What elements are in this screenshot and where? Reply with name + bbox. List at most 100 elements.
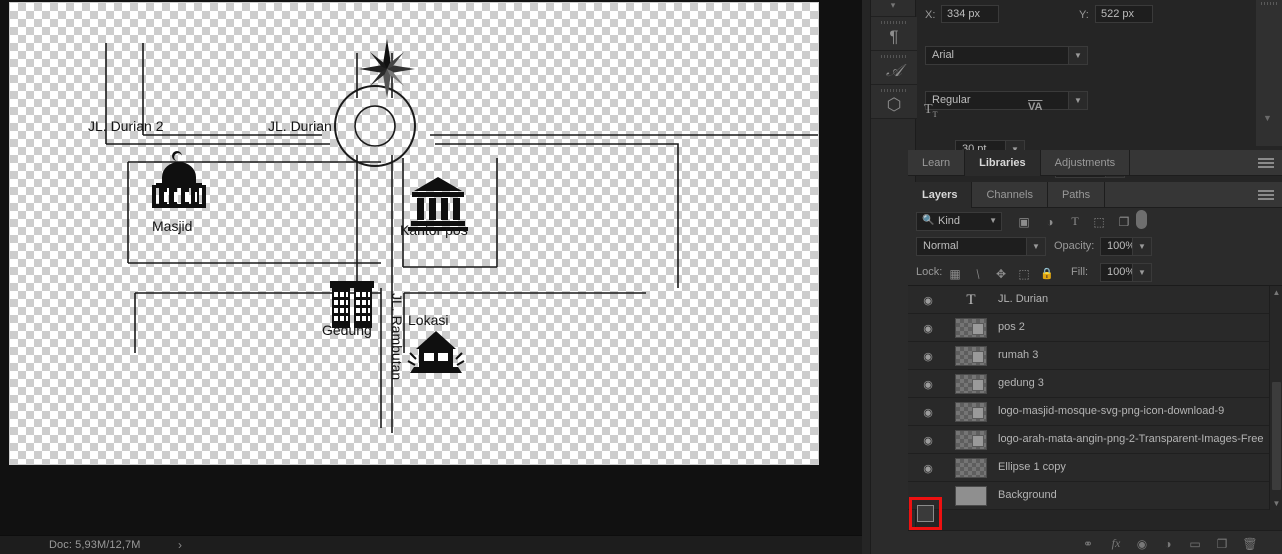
upper-panel-group: Learn Libraries Adjustments — [908, 150, 1282, 176]
layer-visibility-toggle[interactable]: ◉ — [920, 433, 936, 447]
panel-grip — [881, 89, 907, 92]
character-panel: X: 334 px Y: 522 px Arial ▼ Regular ▼ TT… — [917, 0, 1262, 178]
fill-value: 100% — [1107, 266, 1136, 278]
lock-all-icon[interactable]: 🔒 — [1038, 265, 1056, 282]
table-row[interactable]: ◉ gedung 3 — [908, 370, 1282, 398]
canvas[interactable]: JL. Durian 2 JL. Durian JL. Rambutan Mas… — [9, 2, 819, 465]
layer-thumbnail[interactable] — [955, 486, 987, 506]
layer-visibility-toggle[interactable]: ◉ — [920, 377, 936, 391]
layer-name: Background — [998, 489, 1057, 501]
rail-item-paragraph-panel[interactable]: ¶ — [871, 17, 917, 51]
tab-adjustments[interactable]: Adjustments — [1041, 150, 1131, 176]
table-row[interactable]: ◉ logo-arah-mata-angin-png-2-Transparent… — [908, 426, 1282, 454]
x-input[interactable]: 334 px — [941, 5, 999, 23]
table-row[interactable]: ◉ logo-masjid-mosque-svg-png-icon-downlo… — [908, 398, 1282, 426]
layer-thumbnail[interactable] — [955, 430, 987, 450]
layer-visibility-toggle[interactable]: ◉ — [920, 321, 936, 335]
tab-learn[interactable]: Learn — [908, 150, 966, 176]
lock-position-icon[interactable]: ✥ — [992, 265, 1010, 282]
layers-panel-tabbar: Layers Channels Paths — [908, 182, 1282, 208]
layer-name: logo-masjid-mosque-svg-png-icon-download… — [998, 405, 1225, 417]
document-area: JL. Durian 2 JL. Durian JL. Rambutan Mas… — [0, 0, 862, 554]
layer-name: JL. Durian — [998, 293, 1049, 305]
font-family-select[interactable]: Arial ▼ — [925, 46, 1088, 65]
layer-thumbnail[interactable] — [955, 402, 987, 422]
street-label: JL. Durian 2 — [88, 118, 164, 134]
tab-channels[interactable]: Channels — [972, 182, 1048, 208]
layer-visibility-toggle[interactable]: ◉ — [920, 405, 936, 419]
opacity-input[interactable]: 100% ▼ — [1100, 237, 1152, 256]
table-row[interactable]: ◉ pos 2 — [908, 314, 1282, 342]
layer-thumbnail[interactable] — [955, 458, 987, 478]
rail-item-character-styles-panel[interactable]: 𝒜 — [871, 51, 917, 85]
filter-pixel-icon[interactable]: ▣ — [1015, 213, 1033, 230]
layer-name: logo-arah-mata-angin-png-2-Transparent-I… — [998, 433, 1264, 445]
layer-list-scrollbar[interactable]: ▲ ▼ — [1269, 286, 1282, 510]
table-row[interactable]: ◉ T JL. Durian — [908, 286, 1282, 314]
filter-enable-toggle[interactable] — [1136, 210, 1147, 229]
table-row[interactable]: ◉ Ellipse 1 copy — [908, 454, 1282, 482]
panel-menu-icon[interactable] — [1258, 158, 1274, 168]
new-layer-button[interactable]: ❐ — [1212, 535, 1232, 552]
opacity-label: Opacity: — [1054, 240, 1095, 252]
y-input[interactable]: 522 px — [1095, 5, 1153, 23]
add-layer-mask-button[interactable]: ◉ — [1132, 535, 1152, 552]
font-style-select[interactable]: Regular ▼ — [925, 91, 1088, 110]
dock-right-strip[interactable]: ▼ — [1256, 0, 1282, 146]
fill-input[interactable]: 100% ▼ — [1100, 263, 1152, 282]
layer-style-fx-button[interactable]: fx — [1106, 535, 1126, 552]
layer-thumbnail[interactable] — [955, 374, 987, 394]
tab-layers[interactable]: Layers — [908, 182, 973, 208]
layer-visibility-toggle[interactable]: ◉ — [920, 461, 936, 475]
layers-panel-footer: ⚭ fx ◉ ◑ ▭ ❐ 🗑 — [908, 530, 1282, 554]
panel-grip — [1261, 2, 1277, 5]
place-label: Kantor pos — [400, 222, 468, 238]
layer-thumbnail[interactable] — [955, 346, 987, 366]
lock-transparent-pixels-icon[interactable]: ▦ — [946, 265, 964, 282]
filter-shape-icon[interactable]: ⬚ — [1090, 213, 1108, 230]
map-artwork: JL. Durian 2 JL. Durian JL. Rambutan Mas… — [88, 39, 818, 433]
filter-adjustment-icon[interactable]: ◑ — [1041, 213, 1059, 230]
background-lock-indicator-icon[interactable] — [917, 505, 934, 522]
place-label: Gedung — [322, 322, 372, 338]
layer-name: Ellipse 1 copy — [998, 461, 1066, 473]
layer-visibility-toggle[interactable]: ◉ — [920, 349, 936, 363]
rail-collapse-arrow[interactable]: ▾ — [871, 0, 915, 17]
character-styles-icon: 𝒜 — [885, 60, 903, 80]
document-size-status: Doc: 5,93M/12,7M — [49, 539, 141, 551]
type-layer-icon: T — [966, 292, 976, 308]
filter-smart-object-icon[interactable]: ❐ — [1115, 213, 1133, 230]
chevron-down-icon[interactable]: ▼ — [1263, 113, 1272, 123]
lock-image-pixels-icon[interactable]: ∕ — [966, 261, 991, 286]
font-style-value: Regular — [932, 94, 971, 106]
table-row[interactable]: ◉ rumah 3 — [908, 342, 1282, 370]
tab-libraries[interactable]: Libraries — [965, 150, 1041, 176]
filter-type-icon[interactable]: T — [1066, 213, 1084, 230]
layers-panel-group: Layers Channels Paths 🔍 Kind ▼ ▣ ◑ T ⬚ ❐… — [908, 182, 1282, 510]
scroll-down-arrow[interactable]: ▼ — [1270, 497, 1282, 510]
rail-item-3d-panel[interactable]: ⬡ — [871, 85, 917, 119]
tab-paths[interactable]: Paths — [1048, 182, 1106, 208]
layer-thumbnail[interactable] — [955, 318, 987, 338]
layer-visibility-toggle[interactable]: ◉ — [920, 293, 936, 307]
layer-name: gedung 3 — [998, 377, 1044, 389]
layer-filter-row: 🔍 Kind ▼ ▣ ◑ T ⬚ ❐ — [908, 208, 1282, 234]
status-expand-chevron[interactable]: › — [178, 538, 182, 552]
new-group-button[interactable]: ▭ — [1185, 535, 1205, 552]
blend-mode-select[interactable]: Normal ▼ — [916, 237, 1046, 256]
chevron-down-icon: ▼ — [1026, 238, 1045, 255]
blend-mode-row: Normal ▼ Opacity: 100% ▼ — [908, 234, 1282, 260]
chevron-down-icon: ▼ — [989, 216, 997, 225]
panel-menu-icon[interactable] — [1258, 190, 1274, 200]
place-label: Lokasi — [408, 312, 448, 328]
delete-layer-button[interactable]: 🗑 — [1240, 535, 1260, 552]
lock-artboard-nesting-icon[interactable]: ⬚ — [1015, 265, 1033, 282]
filter-kind-select[interactable]: 🔍 Kind ▼ — [916, 212, 1002, 231]
scroll-up-arrow[interactable]: ▲ — [1270, 286, 1282, 299]
search-icon: 🔍 — [922, 215, 935, 226]
link-layers-button[interactable]: ⚭ — [1078, 535, 1098, 552]
scrollbar-thumb[interactable] — [1272, 382, 1281, 490]
fill-label: Fill: — [1071, 266, 1089, 278]
new-adjustment-layer-button[interactable]: ◑ — [1158, 535, 1178, 552]
table-row[interactable]: ◉ Background — [908, 482, 1282, 510]
